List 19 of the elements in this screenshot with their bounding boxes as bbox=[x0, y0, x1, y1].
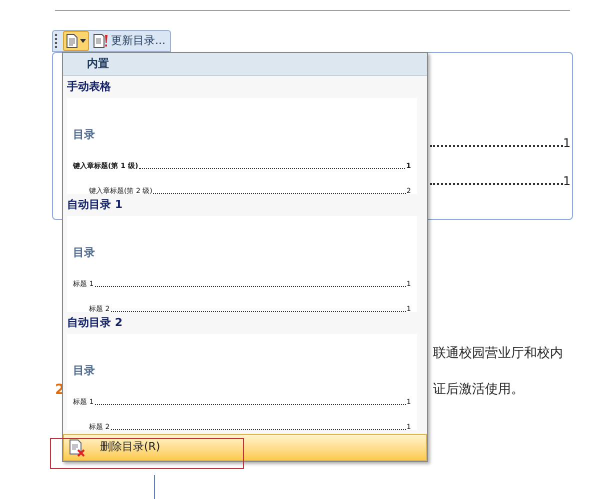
gallery-item-title: 自动目录 2 bbox=[66, 314, 124, 331]
gallery-item-title: 自动目录 1 bbox=[66, 196, 124, 213]
text-cursor-line bbox=[154, 475, 155, 499]
document-icon bbox=[66, 34, 78, 48]
page-number: 1 bbox=[563, 135, 571, 152]
caret-icon bbox=[80, 39, 86, 43]
gallery-item-title: 手动表格 bbox=[66, 78, 112, 95]
toc-heading: 目录 bbox=[73, 364, 95, 379]
body-text: 证后激活使用。 bbox=[433, 381, 524, 399]
toc-heading: 目录 bbox=[73, 128, 95, 143]
document-alert-icon bbox=[93, 34, 108, 48]
page-number: 1 bbox=[563, 173, 571, 190]
menu-section-header: 内置 bbox=[63, 53, 427, 76]
grip-icon bbox=[55, 34, 58, 48]
toc-heading: 目录 bbox=[73, 246, 95, 261]
remove-toc-menu-item[interactable]: 删除目录(R) bbox=[63, 434, 427, 461]
body-text: 联通校园营业厅和校内 bbox=[433, 345, 563, 363]
document-delete-icon bbox=[68, 438, 86, 456]
toc-dropdown-button[interactable] bbox=[63, 31, 89, 51]
